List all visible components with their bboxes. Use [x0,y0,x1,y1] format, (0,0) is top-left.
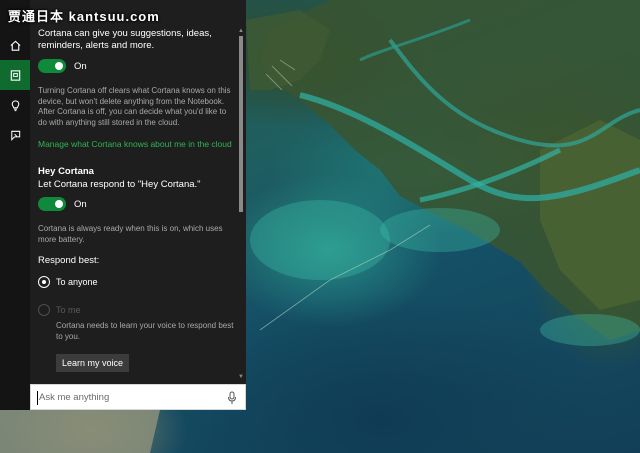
rail-feedback-button[interactable] [0,120,30,150]
cortana-toggle[interactable] [38,59,66,73]
toggle-knob [55,200,63,208]
home-icon [9,40,21,51]
rail-ideas-button[interactable] [0,90,30,120]
toggle-knob [55,62,63,70]
cortana-panel: Cortana can give you suggestions, ideas,… [0,0,246,410]
radio-to-me[interactable]: To me [38,303,236,317]
scroll-up-arrow[interactable]: ▲ [238,28,244,34]
notebook-icon [10,69,20,81]
hey-cortana-toggle[interactable] [38,197,66,211]
hey-cortana-toggle-state: On [74,198,87,210]
text-caret [37,391,38,405]
cortana-toggle-row: On [38,58,236,74]
cortana-toggle-state: On [74,60,87,72]
settings-scroll-area[interactable]: Cortana can give you suggestions, ideas,… [38,28,236,372]
radio-button-checked[interactable] [38,276,50,288]
watermark-title: 贾通日本 kantsuu.com [8,9,160,24]
radio-to-anyone-label: To anyone [56,277,98,287]
cortana-intro-text: Cortana can give you suggestions, ideas,… [38,28,212,51]
hey-cortana-heading: Hey Cortana [38,166,94,177]
cortana-search-box[interactable] [30,384,246,410]
hey-cortana-subtitle: Let Cortana respond to "Hey Cortana." [38,179,201,190]
scroll-down-arrow[interactable]: ▼ [238,374,244,380]
respond-best-label: Respond best: [38,255,100,266]
search-input[interactable] [39,388,219,406]
manage-cloud-link[interactable]: Manage what Cortana knows about me in th… [38,139,236,150]
hey-cortana-toggle-row: On [38,196,236,212]
rail-home-button[interactable] [0,30,30,60]
lightbulb-icon [11,99,19,111]
scrollbar[interactable]: ▲ ▼ [238,28,244,380]
rail-notebook-button[interactable] [0,60,30,90]
learn-my-voice-button[interactable]: Learn my voice [56,354,130,372]
radio-button-disabled[interactable] [38,304,50,316]
feedback-icon [10,130,20,141]
cortana-off-description: Turning Cortana off clears what Cortana … [38,86,231,127]
hey-cortana-description: Cortana is always ready when this is on,… [38,224,223,244]
left-rail [0,0,30,410]
radio-to-anyone[interactable]: To anyone [38,275,236,289]
to-me-note: Cortana needs to learn your voice to res… [56,321,234,341]
radio-to-me-label: To me [56,305,81,315]
microphone-icon[interactable] [227,391,237,405]
scrollbar-thumb[interactable] [239,36,243,212]
settings-content: Cortana can give you suggestions, ideas,… [30,0,246,384]
